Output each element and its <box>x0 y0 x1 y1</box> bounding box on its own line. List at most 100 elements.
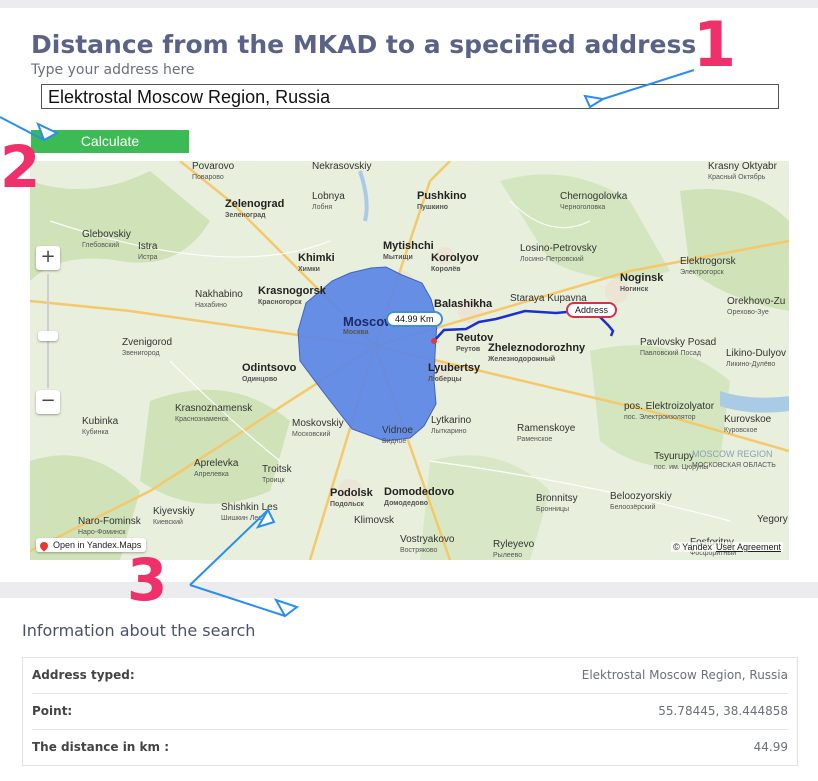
place-name-native: Бронницы <box>536 506 570 513</box>
map-place-label: Kubinka Кубинка <box>82 416 118 438</box>
map-place-label: pos. Elektroizolyator пос. Электроизолято… <box>624 401 714 423</box>
map-place-label: Khimki Химки <box>298 253 335 275</box>
place-name: Orekhovo-Zu <box>727 296 786 307</box>
map-copyright: © Yandex User Agreement <box>671 542 783 552</box>
map-place-label: Balashikha <box>434 299 492 310</box>
place-name-native: Белоозёрский <box>610 504 656 511</box>
place-name: Klimovsk <box>354 515 395 526</box>
zoom-out-button[interactable]: − <box>36 390 60 414</box>
place-name: Likino-Dulyov <box>726 348 787 359</box>
info-label: The distance in km : <box>32 740 169 754</box>
place-name-native: Мытищи <box>383 254 413 261</box>
distance-bubble: 44.99 Km <box>386 311 443 327</box>
place-name: Shishkin Les <box>221 502 278 513</box>
place-name-native: Троицк <box>262 477 285 484</box>
place-name-native: Красногорск <box>258 299 302 306</box>
map[interactable]: + − Povarovo Поварово Nekrasovskiy Zelenogr… <box>30 161 789 560</box>
place-name-native: Электрогорск <box>680 269 724 276</box>
place-name: Ryleyevo <box>493 539 535 550</box>
map-place-label: Noginsk Ногинск <box>620 273 663 295</box>
place-name-native: Видное <box>382 438 407 445</box>
place-name: Lobnya <box>312 191 345 202</box>
place-name-native: Лосино-Петровский <box>520 256 584 263</box>
place-name-native: Истра <box>138 254 158 261</box>
annotation-number-3: 3 <box>127 546 168 614</box>
place-name: Nekrasovskiy <box>312 161 372 172</box>
place-name: Odintsovo <box>242 362 297 374</box>
place-name: Elektrogorsk <box>680 256 736 267</box>
place-name: Chernogolovka <box>560 191 628 202</box>
info-row-distance: The distance in km : 44.99 <box>32 730 788 765</box>
map-place-label: Yegory <box>757 514 788 525</box>
map-place-label: Odintsovo Одинцово <box>242 363 296 385</box>
place-name-native: Ногинск <box>620 286 649 293</box>
map-place-label: Podolsk Подольск <box>330 488 373 510</box>
info-row-point: Point: 55.78445, 38.444858 <box>32 694 788 730</box>
place-name: Noginsk <box>620 272 664 284</box>
place-name: Troitsk <box>262 464 292 475</box>
map-place-label: Glebovskiy Глебовский <box>82 229 131 251</box>
mkad-exit-marker <box>431 338 437 344</box>
place-name-native: Люберцы <box>428 376 462 383</box>
place-name: Domodedovo <box>384 486 455 498</box>
place-name-native: Лыткарино <box>431 428 467 435</box>
info-label: Address typed: <box>32 668 135 682</box>
info-title: Information about the search <box>22 621 256 640</box>
map-place-label: Zheleznodorozhny Железнодорожный <box>488 343 585 365</box>
place-name: Zheleznodorozhny <box>488 342 586 354</box>
place-name: Yegory <box>757 514 788 525</box>
place-name: Krasny Oktyabr <box>708 161 777 172</box>
map-place-label: Zelenograd Зеленоград <box>225 199 284 221</box>
place-name-native: Поварово <box>192 174 224 181</box>
map-place-label: Losino-Petrovsky Лосино-Петровский <box>520 243 597 265</box>
place-name-native: Королёв <box>431 266 461 273</box>
map-place-label: Domodedovo Домодедово <box>384 487 454 509</box>
place-name-native: Одинцово <box>242 376 278 383</box>
map-place-label: Lobnya Лобня <box>312 191 345 213</box>
user-agreement-link[interactable]: User Agreement <box>716 542 781 552</box>
place-name-native: Ликино-Дулёво <box>726 361 776 368</box>
map-place-label: Istra Истра <box>138 241 158 263</box>
place-name: Vidnoe <box>382 425 413 436</box>
zoom-in-button[interactable]: + <box>36 246 60 270</box>
map-place-label: Korolyov Королёв <box>431 253 479 275</box>
place-name: Istra <box>138 241 158 252</box>
place-name-native: Московский <box>292 431 331 438</box>
info-value: Elektrostal Moscow Region, Russia <box>581 668 788 682</box>
place-name-native: МОСКОВСКАЯ ОБЛАСТЬ <box>692 462 776 469</box>
place-name-native: Зеленоград <box>225 212 266 219</box>
place-name: MOSCOW REGION <box>692 449 773 459</box>
copyright-text: © Yandex <box>673 542 712 552</box>
place-name: Kubinka <box>82 416 119 427</box>
place-name: Krasnoznamensk <box>175 403 253 414</box>
calculate-button[interactable]: Calculate <box>31 130 189 153</box>
place-name-native: Апрелевка <box>194 471 229 478</box>
place-name: Mytishchi <box>383 240 434 252</box>
place-name: Korolyov <box>431 252 479 264</box>
place-name: Povarovo <box>192 161 235 172</box>
map-place-label: Vidnoe Видное <box>382 425 413 447</box>
place-name: Glebovskiy <box>82 229 131 240</box>
place-name: Aprelevka <box>194 458 239 469</box>
map-place-label: Kiyevskiy Киевский <box>153 506 195 528</box>
place-name: pos. Elektroizolyator <box>624 401 715 412</box>
map-place-label: Krasny Oktyabr Красный Октябрь <box>708 161 777 183</box>
place-name: Lytkarino <box>431 415 472 426</box>
place-name: Pavlovsky Posad <box>640 337 717 348</box>
zoom-slider-thumb[interactable] <box>38 331 58 341</box>
map-place-label: Elektrogorsk Электрогорск <box>680 256 736 278</box>
info-value: 55.78445, 38.444858 <box>658 704 788 718</box>
map-place-label: Nakhabino Нахабино <box>195 289 243 311</box>
info-value: 44.99 <box>753 740 788 754</box>
map-place-label: Beloozyorskiy Белоозёрский <box>610 491 672 513</box>
map-place-label: Nekrasovskiy <box>312 161 371 172</box>
address-input[interactable]: Elektrostal Moscow Region, Russia <box>41 84 779 109</box>
place-name-native: Домодедово <box>384 500 429 507</box>
place-name-native: Глебовский <box>82 242 120 249</box>
map-place-label: MOSCOW REGION МОСКОВСКАЯ ОБЛАСТЬ <box>692 449 776 471</box>
place-name-native: Павловский Посад <box>640 350 701 357</box>
map-place-label: Shishkin Les Шишкин Лес <box>221 502 278 524</box>
place-name-native: Шишкин Лес <box>221 515 262 522</box>
map-place-label: Povarovo Поварово <box>192 161 234 183</box>
info-row-address: Address typed: Elektrostal Moscow Region… <box>32 658 788 694</box>
